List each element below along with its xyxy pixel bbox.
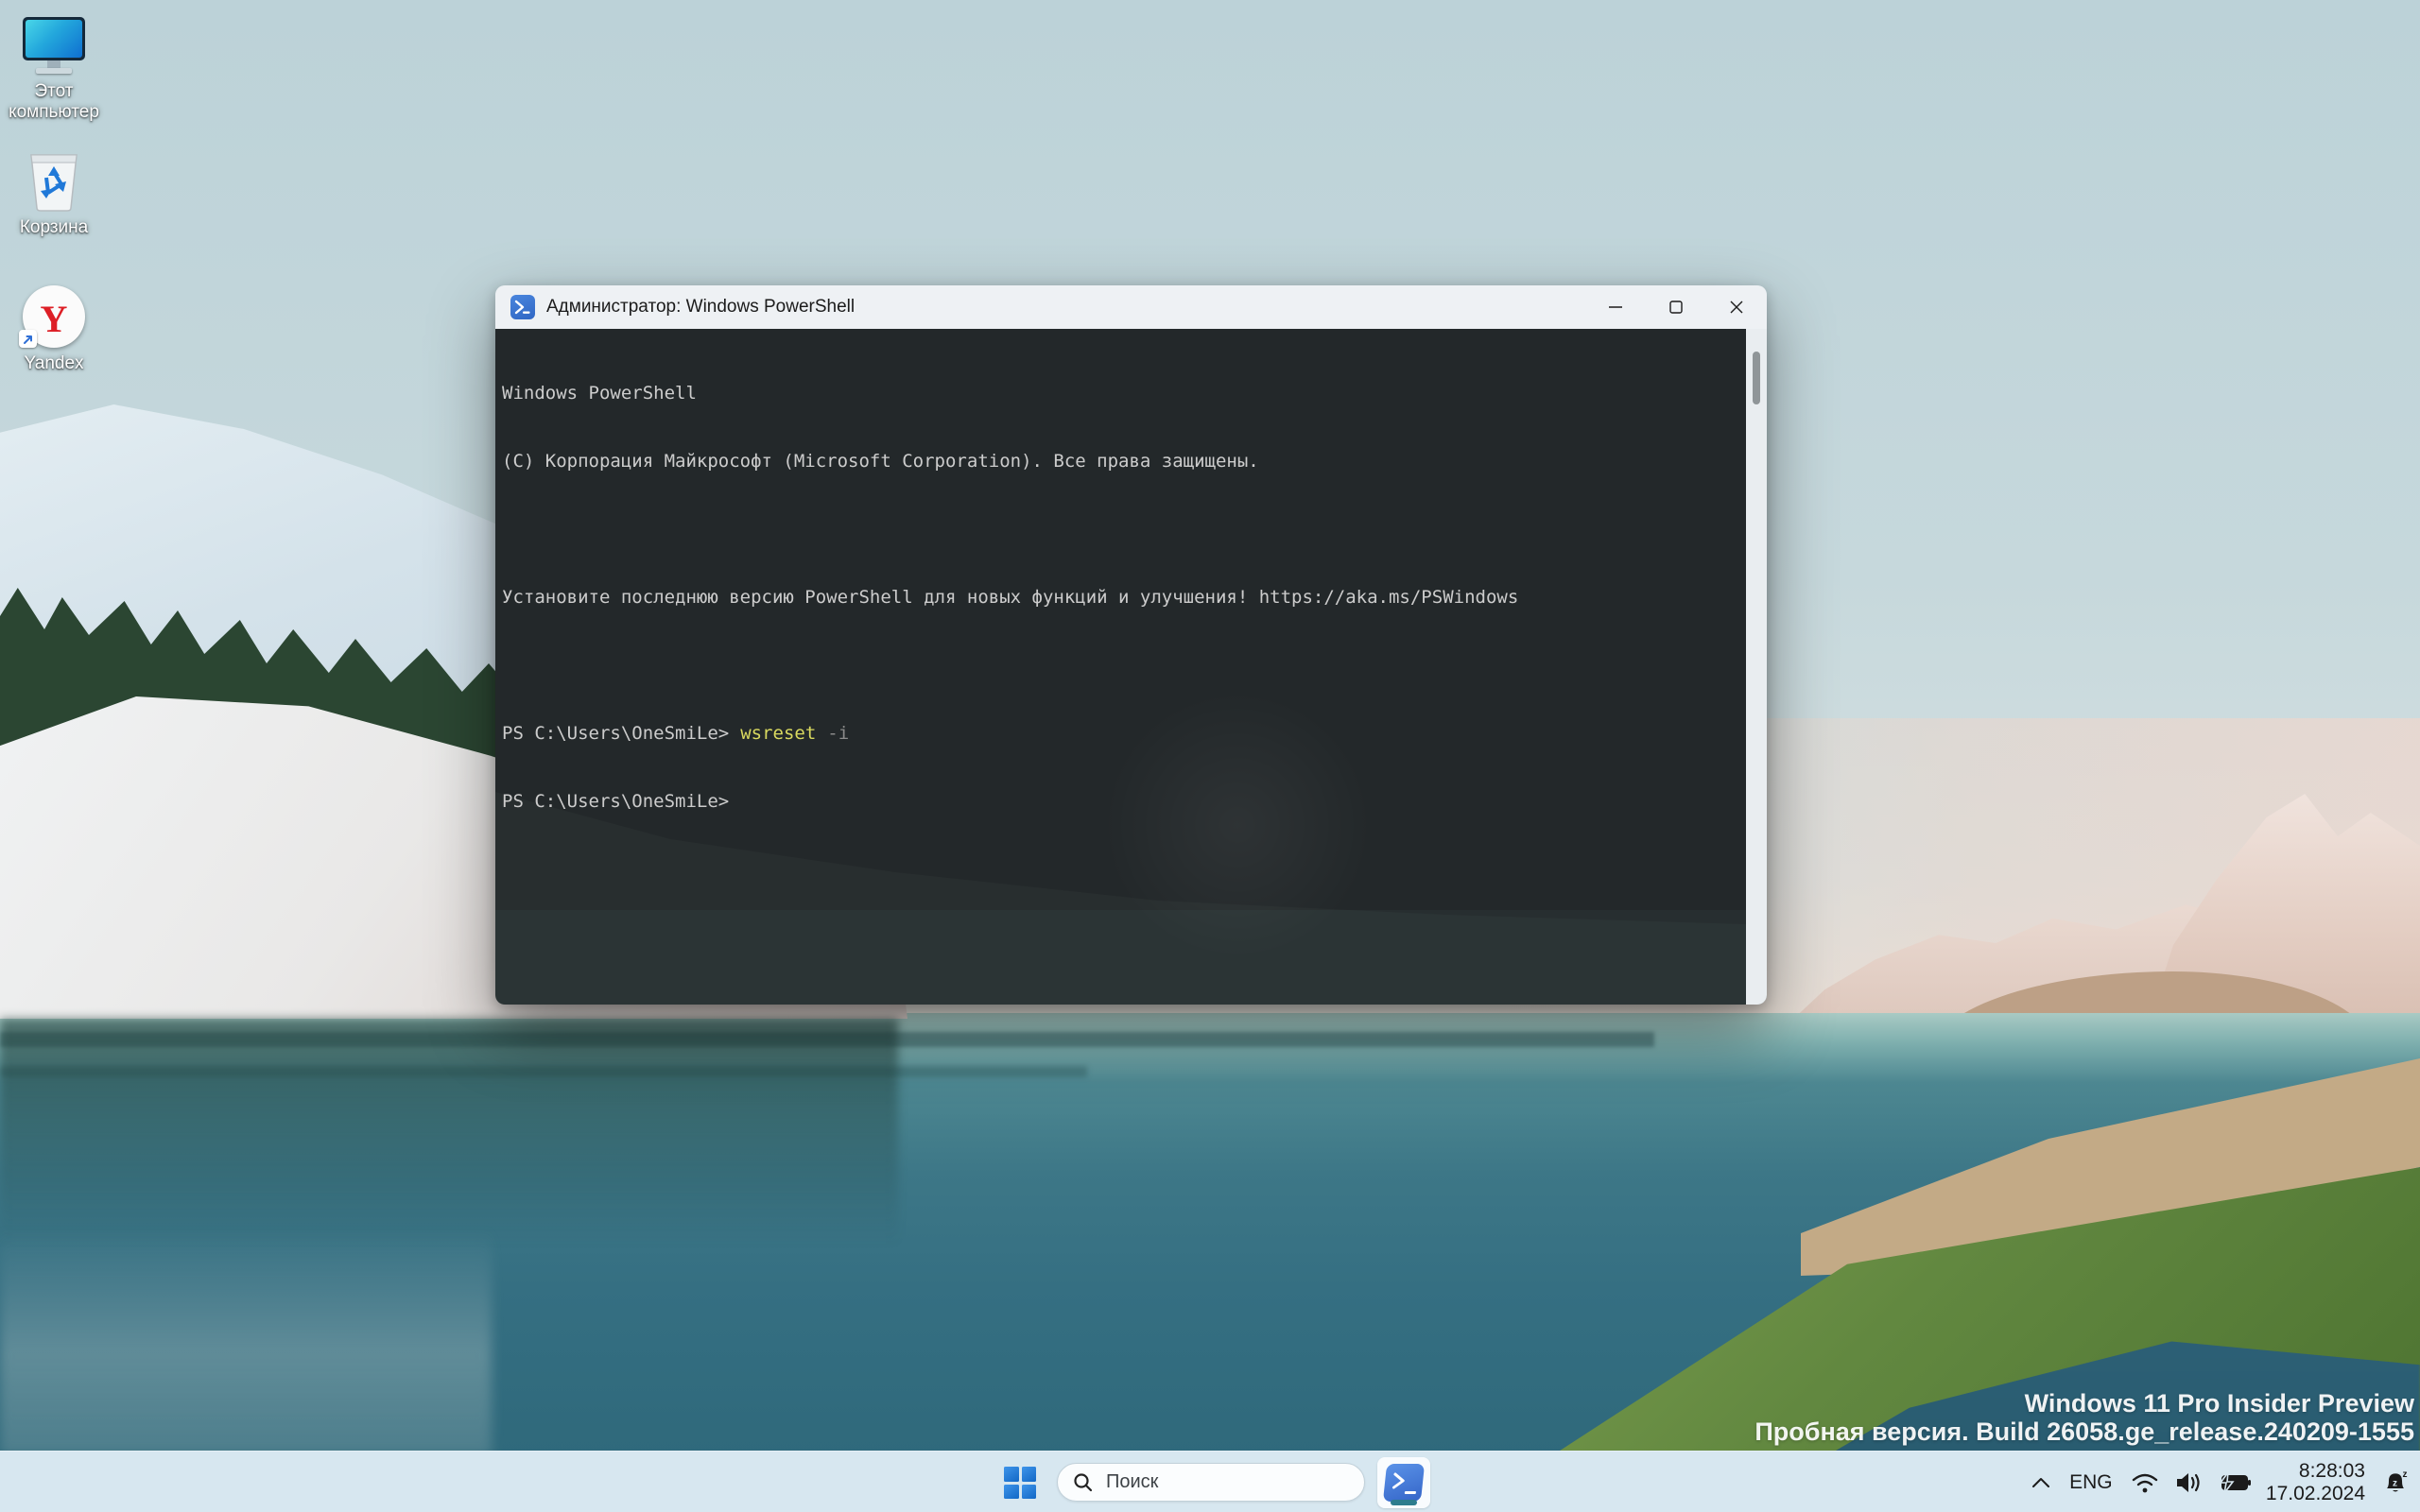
notification-bell-button[interactable]: z z [2371,1452,2420,1512]
system-tray: ENG 8:28:03 17.02.2024 z z [2020,1452,2420,1512]
yandex-browser-icon: Y [19,285,85,348]
windows-logo-icon [1004,1467,1036,1499]
tray-status-icons[interactable] [2120,1452,2266,1512]
search-icon [1074,1473,1093,1492]
start-button[interactable] [1000,1463,1040,1503]
wallpaper-slope-reflection [0,1228,492,1455]
desktop-icon-this-pc[interactable]: Этот компьютер [2,8,106,123]
do-not-disturb-bell-icon: z z [2387,1469,2408,1491]
powershell-taskbar-icon [1382,1464,1426,1502]
window-title: Администратор: Windows PowerShell [546,297,856,317]
running-app-indicator [1391,1500,1417,1505]
volume-icon [2176,1472,2200,1492]
tray-overflow-button[interactable] [2020,1452,2062,1512]
maximize-button[interactable] [1646,285,1706,329]
watermark-edition: Windows 11 Pro Insider Preview [2024,1389,2414,1418]
chevron-up-icon [2031,1477,2049,1487]
scrollbar-track[interactable] [1746,329,1767,1005]
watermark-build: Пробная версия. Build 26058.ge_release.2… [1754,1418,2414,1446]
console-line: Установите последнюю версию PowerShell д… [502,587,1519,608]
prompt-text: PS C:\Users\OneSmiLe> [502,723,730,744]
powershell-window: Администратор: Windows PowerShell Window… [495,285,1767,1005]
desktop-icon-label: Yandex [24,353,84,373]
desktop-icon-label: Этот компьютер [9,81,99,122]
close-button[interactable] [1706,285,1767,329]
close-icon [1730,301,1743,314]
desktop-icon-recycle-bin[interactable]: Корзина [2,144,106,238]
battery-charging-icon [2219,1469,2251,1493]
console-output: Windows PowerShell (C) Корпорация Майкро… [495,329,1743,858]
scrollbar-thumb[interactable] [1753,352,1760,404]
svg-text:z: z [2403,1469,2408,1480]
recycle-bin-icon [30,154,78,212]
console-prompt-line: PS C:\Users\OneSmiLe> [502,790,1743,813]
taskbar-search[interactable]: Поиск [1057,1463,1365,1502]
search-label: Поиск [1106,1471,1159,1492]
insider-watermark: Windows 11 Pro Insider Preview Пробная в… [1754,1389,2414,1446]
language-indicator[interactable]: ENG [2062,1471,2120,1494]
console-area[interactable]: Windows PowerShell (C) Корпорация Майкро… [495,329,1767,1005]
clock-time: 8:28:03 [2298,1459,2365,1482]
wallpaper-tree-reflection [0,1019,898,1246]
taskbar: Поиск ENG 8:28:03 17.02.2024 z z [0,1451,2420,1512]
console-transparency-water [495,910,1767,1005]
command-argument: -i [827,723,850,744]
window-title-bar[interactable]: Администратор: Windows PowerShell [495,285,1767,329]
console-line: (C) Корпорация Майкрософт (Microsoft Cor… [502,451,1259,472]
prompt-text: PS C:\Users\OneSmiLe> [502,791,730,812]
shortcut-arrow-icon [19,330,37,348]
this-pc-icon [23,17,85,76]
svg-text:z: z [2393,1478,2397,1488]
maximize-icon [1669,301,1683,314]
desktop-icon-label: Корзина [19,217,89,237]
taskbar-powershell-button[interactable] [1377,1457,1430,1508]
wifi-icon [2132,1473,2158,1492]
clock-date: 17.02.2024 [2265,1482,2365,1504]
minimize-icon [1609,306,1622,308]
powershell-icon [510,295,535,319]
command-text: wsreset [740,723,817,744]
desktop-icon-yandex[interactable]: Y Yandex [2,280,106,374]
console-line: Windows PowerShell [502,383,697,404]
taskbar-clock[interactable]: 8:28:03 17.02.2024 [2266,1460,2371,1504]
minimize-button[interactable] [1585,285,1646,329]
console-command-line: PS C:\Users\OneSmiLe> wsreset -i [502,722,1743,745]
